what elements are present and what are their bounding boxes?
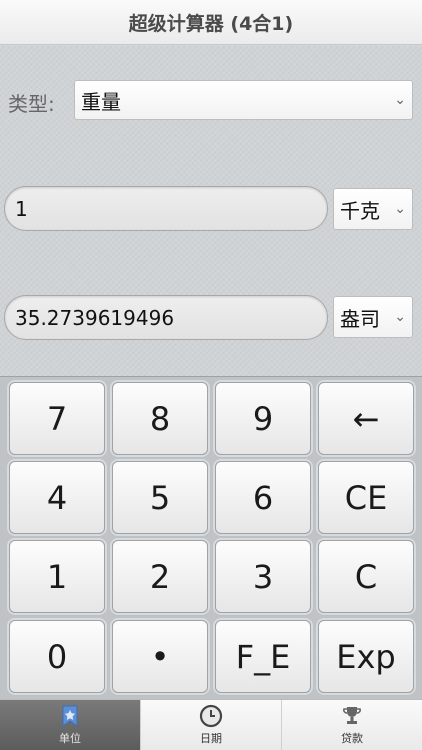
type-select[interactable]: 重量 ⌄: [74, 80, 413, 120]
trophy-icon: [343, 707, 361, 724]
key-1[interactable]: 1: [9, 540, 105, 613]
input-value-text: 1: [15, 196, 28, 221]
input-value-field[interactable]: 1: [4, 186, 328, 231]
star-icon: [62, 705, 78, 727]
app-title: 超级计算器 (4合1): [128, 12, 294, 35]
output-value-text: 35.2739619496: [15, 305, 175, 330]
chevron-down-icon: ⌄: [394, 92, 406, 108]
key-0[interactable]: 0: [9, 620, 105, 693]
key-5[interactable]: 5: [112, 461, 208, 534]
clear-key[interactable]: C: [318, 540, 414, 613]
clock-icon: [199, 704, 223, 728]
key-6[interactable]: 6: [215, 461, 311, 534]
key-2[interactable]: 2: [112, 540, 208, 613]
key-4[interactable]: 4: [9, 461, 105, 534]
output-value-field[interactable]: 35.2739619496: [4, 295, 328, 340]
input-unit-select[interactable]: 千克 ⌄: [333, 188, 413, 230]
tab-loan-label: 贷款: [341, 732, 363, 745]
type-select-value: 重量: [81, 89, 121, 114]
tab-units[interactable]: 单位: [0, 700, 141, 750]
output-unit-select[interactable]: 盎司 ⌄: [333, 296, 413, 338]
key-8[interactable]: 8: [112, 382, 208, 455]
key-3[interactable]: 3: [215, 540, 311, 613]
clear-entry-key[interactable]: CE: [318, 461, 414, 534]
converter-panel: 类型: 重量 ⌄ 1 千克 ⌄ 35.2739619496 盎司 ⌄: [0, 46, 422, 376]
tab-bar: 单位 日期 贷款: [0, 699, 422, 750]
chevron-down-icon: ⌄: [394, 309, 406, 325]
title-bar: 超级计算器 (4合1): [0, 0, 422, 45]
tab-date-label: 日期: [200, 732, 222, 745]
type-label: 类型:: [8, 92, 55, 116]
exp-key[interactable]: Exp: [318, 620, 414, 693]
decimal-point-key[interactable]: •: [112, 620, 208, 693]
keypad: 7 8 9 ← 4 5 6 CE 1 2 3 C 0 • F_E Exp: [0, 376, 422, 699]
chevron-down-icon: ⌄: [394, 201, 406, 217]
tab-loan[interactable]: 贷款: [282, 700, 422, 750]
key-7[interactable]: 7: [9, 382, 105, 455]
output-unit-value: 盎司: [340, 306, 380, 331]
f-e-key[interactable]: F_E: [215, 620, 311, 693]
input-unit-value: 千克: [340, 198, 380, 223]
tab-date[interactable]: 日期: [141, 700, 282, 750]
backspace-key[interactable]: ←: [318, 382, 414, 455]
tab-units-label: 单位: [59, 732, 81, 745]
key-9[interactable]: 9: [215, 382, 311, 455]
